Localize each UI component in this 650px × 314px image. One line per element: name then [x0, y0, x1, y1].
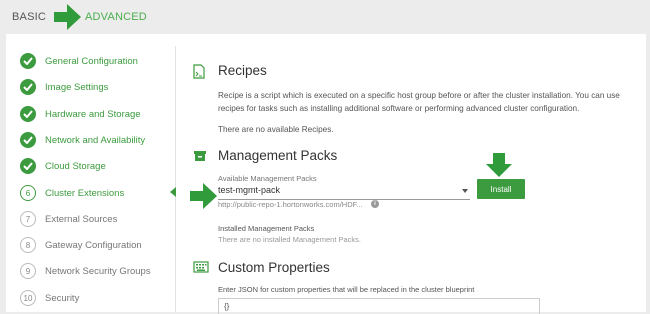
chevron-down-icon [462, 189, 468, 193]
sidebar-item-label: External Sources [45, 213, 118, 225]
step-number: 7 [20, 211, 36, 227]
active-step-caret [170, 187, 176, 197]
recipe-file-icon [193, 64, 205, 79]
step-number: 6 [20, 185, 36, 201]
sidebar-item-label: General Configuration [45, 55, 138, 67]
recipes-title: Recipes [218, 63, 267, 78]
sidebar-item-label: Gateway Configuration [45, 239, 142, 251]
sidebar-item-network-and-availability[interactable]: Network and Availability [20, 130, 145, 150]
checkmark-icon [20, 106, 36, 122]
sidebar-item-network-security-groups[interactable]: 9 Network Security Groups [20, 261, 151, 281]
sidebar-item-image-settings[interactable]: Image Settings [20, 77, 108, 97]
info-icon[interactable]: i [371, 200, 379, 208]
sidebar-item-security[interactable]: 10 Security [20, 288, 79, 308]
advanced-mode-tab[interactable]: ADVANCED [85, 11, 147, 23]
sidebar-item-label: Image Settings [45, 81, 109, 93]
sidebar-item-cloud-storage[interactable]: Cloud Storage [20, 156, 106, 176]
wizard-card: General Configuration Image Settings Har… [6, 34, 646, 314]
sidebar: General Configuration Image Settings Har… [6, 34, 176, 312]
management-packs-title: Management Packs [218, 148, 338, 163]
available-mpacks-label: Available Management Packs [218, 174, 317, 183]
installed-mpacks-label: Installed Management Packs [218, 224, 315, 233]
checkmark-icon [20, 79, 36, 95]
step-number: 8 [20, 237, 36, 253]
step-number: 10 [20, 290, 36, 306]
checkmark-icon [20, 132, 36, 148]
recipes-empty-text: There are no available Recipes. [218, 125, 334, 134]
sidebar-item-gateway-configuration[interactable]: 8 Gateway Configuration [20, 235, 142, 255]
package-box-icon [194, 151, 206, 161]
step-number: 9 [20, 263, 36, 279]
install-button[interactable]: Install [477, 179, 525, 199]
sidebar-item-label: Security [45, 292, 80, 304]
installed-mpacks-empty-text: There are no installed Management Packs. [218, 235, 361, 244]
sidebar-item-label: Cluster Extensions [45, 187, 125, 199]
sidebar-item-label: Network and Availability [45, 134, 146, 146]
top-bar: BASIC ADVANCED [0, 0, 650, 34]
sidebar-item-cluster-extensions[interactable]: 6 Cluster Extensions [20, 183, 124, 203]
custom-properties-hint: Enter JSON for custom properties that wi… [218, 285, 475, 294]
mpack-select[interactable]: test-mgmt-pack [218, 183, 470, 200]
checkmark-icon [20, 158, 36, 174]
checkmark-icon [20, 53, 36, 69]
sidebar-item-external-sources[interactable]: 7 External Sources [20, 209, 117, 229]
recipes-description-line-2: recipes for tasks such as installing add… [218, 104, 580, 113]
basic-mode-tab[interactable]: BASIC [12, 11, 46, 23]
sidebar-item-general-configuration[interactable]: General Configuration [20, 51, 138, 71]
custom-properties-title: Custom Properties [218, 260, 330, 275]
arrow-right-icon [190, 183, 217, 209]
sidebar-item-label: Cloud Storage [45, 160, 106, 172]
arrow-down-icon [486, 153, 512, 177]
sidebar-divider [175, 46, 176, 312]
sidebar-item-hardware-and-storage[interactable]: Hardware and Storage [20, 104, 141, 124]
keyboard-icon [193, 261, 209, 273]
sidebar-item-label: Hardware and Storage [45, 108, 141, 120]
arrow-right-icon [54, 4, 81, 30]
sidebar-item-label: Network Security Groups [45, 265, 151, 277]
mpack-url: http://public-repo-1.hortonworks.com/HDF… [218, 200, 363, 209]
mpack-select-value: test-mgmt-pack [218, 185, 281, 195]
